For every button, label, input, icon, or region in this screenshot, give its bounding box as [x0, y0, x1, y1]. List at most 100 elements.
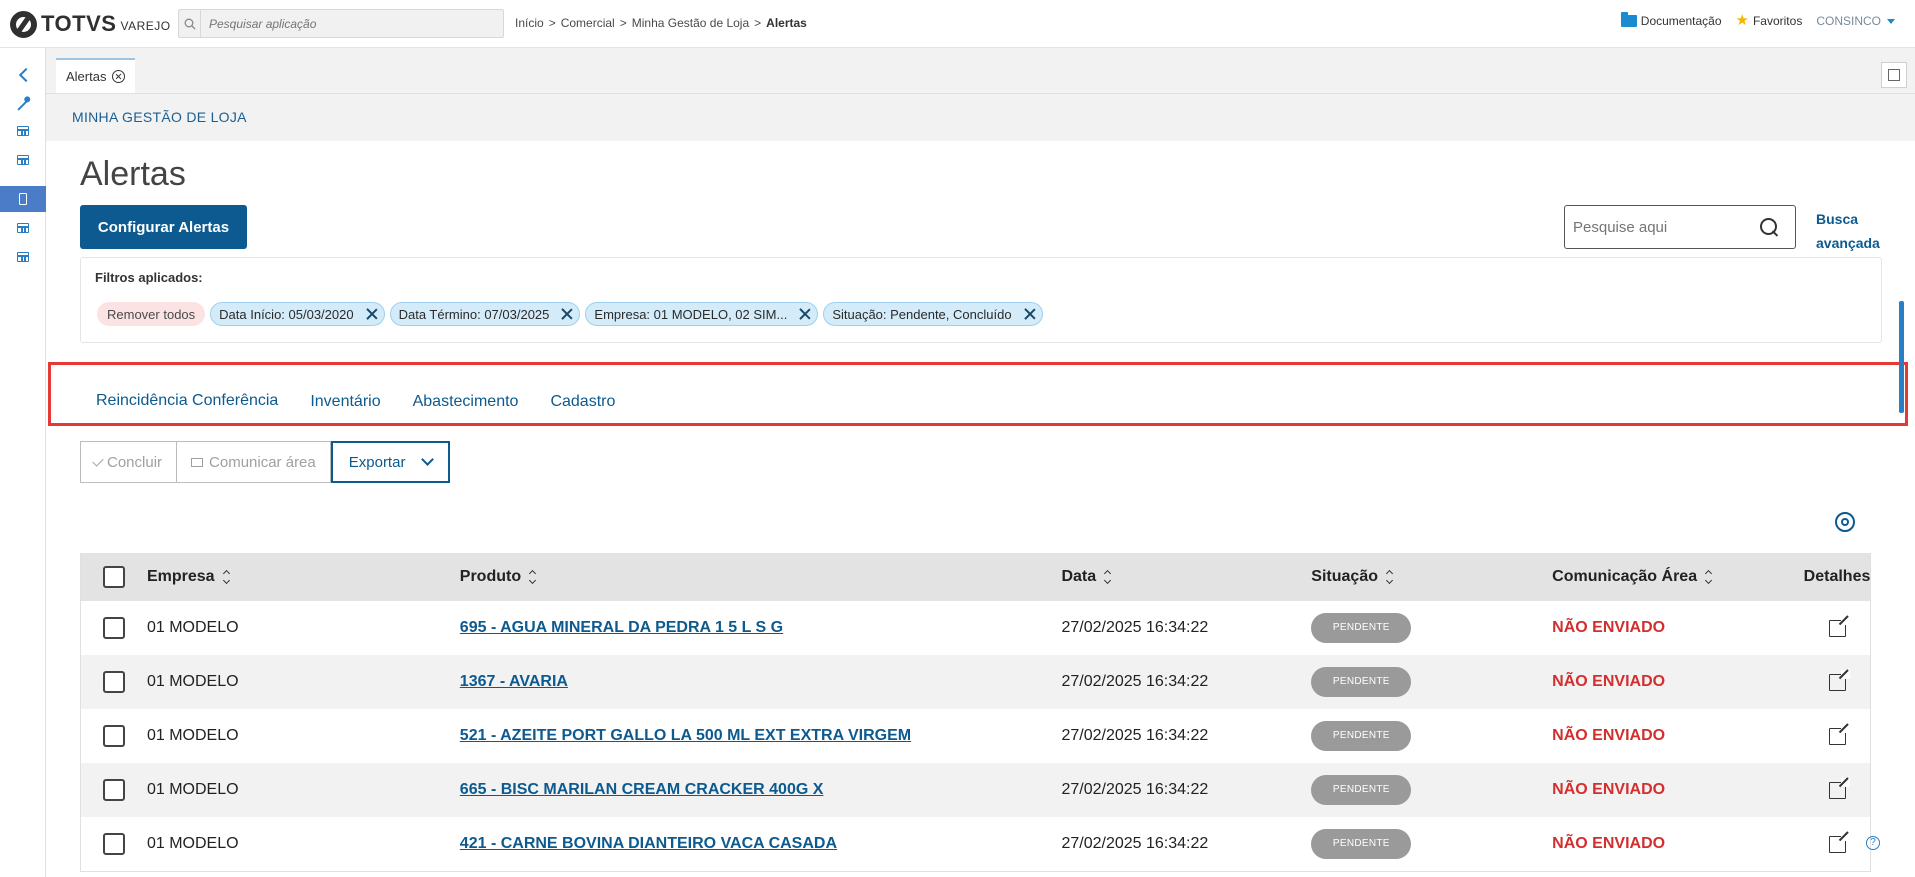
external-link-icon[interactable]: [1828, 831, 1850, 853]
page-tab-alertas[interactable]: Alertas: [56, 58, 136, 93]
search-icon: [179, 10, 201, 37]
table-row: 01 MODELO 521 - AZEITE PORT GALLO LA 500…: [81, 709, 1870, 763]
cell-empresa: 01 MODELO: [146, 835, 239, 852]
breadcrumb-gestao[interactable]: Minha Gestão de Loja: [632, 16, 749, 30]
column-situacao[interactable]: Situação: [1311, 568, 1552, 586]
action-buttons: Concluir Comunicar área Exportar: [80, 441, 451, 483]
top-bar: TOTVS VAREJO Início > Comercial > Minha …: [0, 0, 1915, 48]
brand-sub: VAREJO: [120, 19, 171, 33]
status-badge: PENDENTE: [1311, 667, 1412, 697]
sort-icon: [529, 571, 537, 583]
sidebar-item-tools[interactable]: [0, 92, 46, 118]
search-box: [1564, 205, 1796, 249]
column-label: Produto: [459, 568, 522, 585]
sort-icon: [1386, 571, 1394, 583]
row-checkbox[interactable]: [102, 833, 125, 855]
column-data[interactable]: Data: [1061, 568, 1311, 586]
external-link-icon[interactable]: [1828, 669, 1850, 691]
totvs-logo-icon: [10, 10, 37, 38]
sidebar-collapse[interactable]: [0, 62, 46, 88]
filter-chip-label: Data Término: 07/03/2025: [398, 306, 550, 322]
external-link-icon[interactable]: [1828, 615, 1850, 637]
external-link-icon[interactable]: [1828, 777, 1850, 799]
external-link-icon[interactable]: [1828, 723, 1850, 745]
row-checkbox[interactable]: [102, 617, 125, 639]
filter-chip-label: Situação: Pendente, Concluído: [832, 306, 1012, 322]
column-label: Comunicação Área: [1552, 568, 1698, 585]
cell-data: 27/02/2025 16:34:22: [1061, 673, 1209, 690]
breadcrumb-separator: >: [619, 16, 627, 30]
row-checkbox[interactable]: [102, 725, 125, 747]
communication-status: NÃO ENVIADO: [1552, 835, 1666, 852]
grid-icon: [17, 155, 29, 165]
status-badge: PENDENTE: [1311, 721, 1412, 751]
remove-all-filters[interactable]: Remover todos: [97, 302, 206, 326]
sidebar-item-3[interactable]: [0, 215, 46, 241]
brand-logo[interactable]: TOTVS VAREJO: [10, 10, 171, 38]
breadcrumb-comercial[interactable]: Comercial: [561, 16, 615, 30]
complete-button[interactable]: Concluir: [80, 441, 178, 483]
gear-icon[interactable]: [1835, 512, 1855, 532]
status-badge: PENDENTE: [1311, 613, 1412, 643]
sidebar-item-mobile[interactable]: [0, 186, 46, 212]
app-search-input[interactable]: [201, 16, 491, 31]
select-all-checkbox[interactable]: [102, 566, 125, 588]
breadcrumb-home[interactable]: Início: [515, 16, 544, 30]
breadcrumb-current: Alertas: [766, 16, 807, 30]
cell-empresa: 01 MODELO: [146, 781, 239, 798]
top-right-links: Documentação ★ Favoritos CONSINCO: [1620, 12, 1895, 28]
cell-data: 27/02/2025 16:34:22: [1061, 781, 1209, 798]
section-bar: MINHA GESTÃO DE LOJA: [46, 93, 1915, 141]
status-badge: PENDENTE: [1311, 829, 1412, 859]
close-all-tabs-button[interactable]: [1881, 62, 1907, 88]
section-title: MINHA GESTÃO DE LOJA: [72, 109, 247, 125]
product-link[interactable]: 421 - CARNE BOVINA DIANTEIRO VACA CASADA: [460, 835, 837, 852]
scrollbar-thumb[interactable]: [1899, 301, 1904, 413]
export-button[interactable]: Exportar: [330, 441, 451, 483]
product-link[interactable]: 695 - AGUA MINERAL DA PEDRA 1 5 L S G: [460, 619, 783, 636]
product-link[interactable]: 521 - AZEITE PORT GALLO LA 500 ML EXT EX…: [460, 727, 911, 744]
cell-empresa: 01 MODELO: [146, 727, 239, 744]
close-icon[interactable]: [112, 70, 126, 83]
row-checkbox[interactable]: [102, 779, 125, 801]
configure-alerts-button[interactable]: Configurar Alertas: [80, 205, 247, 249]
favorites-link[interactable]: ★ Favoritos: [1736, 13, 1803, 28]
brand-name: TOTVS: [41, 11, 117, 36]
table-row: 01 MODELO 421 - CARNE BOVINA DIANTEIRO V…: [81, 817, 1870, 871]
main-content: MINHA GESTÃO DE LOJA Alertas Configurar …: [46, 93, 1915, 877]
mail-icon: [191, 457, 204, 467]
grid-icon: [17, 126, 29, 136]
close-icon[interactable]: [555, 303, 579, 325]
chevron-down-icon: [1887, 18, 1895, 24]
page-tab-strip: Alertas: [46, 48, 1915, 93]
column-detalhes: Detalhes: [1803, 568, 1871, 585]
advanced-search-link[interactable]: Busca avançada: [1816, 207, 1886, 255]
column-empresa[interactable]: Empresa: [147, 568, 460, 586]
sidebar-item-2[interactable]: [0, 147, 46, 173]
column-comunicacao[interactable]: Comunicação Área: [1552, 568, 1804, 586]
filter-chip-label: Data Início: 05/03/2020: [219, 306, 354, 322]
app-search: [178, 9, 504, 38]
sidebar-item-4[interactable]: [0, 244, 46, 270]
page-tab-label: Alertas: [66, 69, 107, 84]
sort-icon: [1104, 571, 1112, 583]
product-link[interactable]: 1367 - AVARIA: [460, 673, 568, 690]
search-icon[interactable]: [1759, 217, 1779, 237]
filters-label: Filtros aplicados:: [95, 270, 203, 285]
close-icon[interactable]: [1018, 303, 1042, 325]
docs-link[interactable]: Documentação: [1620, 12, 1722, 28]
communication-status: NÃO ENVIADO: [1552, 673, 1666, 690]
user-menu[interactable]: CONSINCO: [1816, 14, 1895, 28]
search-input[interactable]: [1565, 218, 1755, 236]
row-checkbox[interactable]: [102, 671, 125, 693]
column-produto[interactable]: Produto: [460, 568, 1062, 586]
table-header: Empresa Produto Data Situação Comunicaçã…: [81, 553, 1870, 601]
product-link[interactable]: 665 - BISC MARILAN CREAM CRACKER 400G X: [460, 781, 824, 798]
communicate-area-button[interactable]: Comunicar área: [177, 441, 331, 483]
close-icon[interactable]: [360, 303, 384, 325]
docs-label: Documentação: [1640, 14, 1722, 28]
close-icon[interactable]: [793, 303, 817, 325]
filter-chip-label: Empresa: 01 MODELO, 02 SIM...: [594, 306, 788, 322]
help-icon[interactable]: ?: [1866, 836, 1880, 850]
sidebar-item-1[interactable]: [0, 118, 46, 144]
